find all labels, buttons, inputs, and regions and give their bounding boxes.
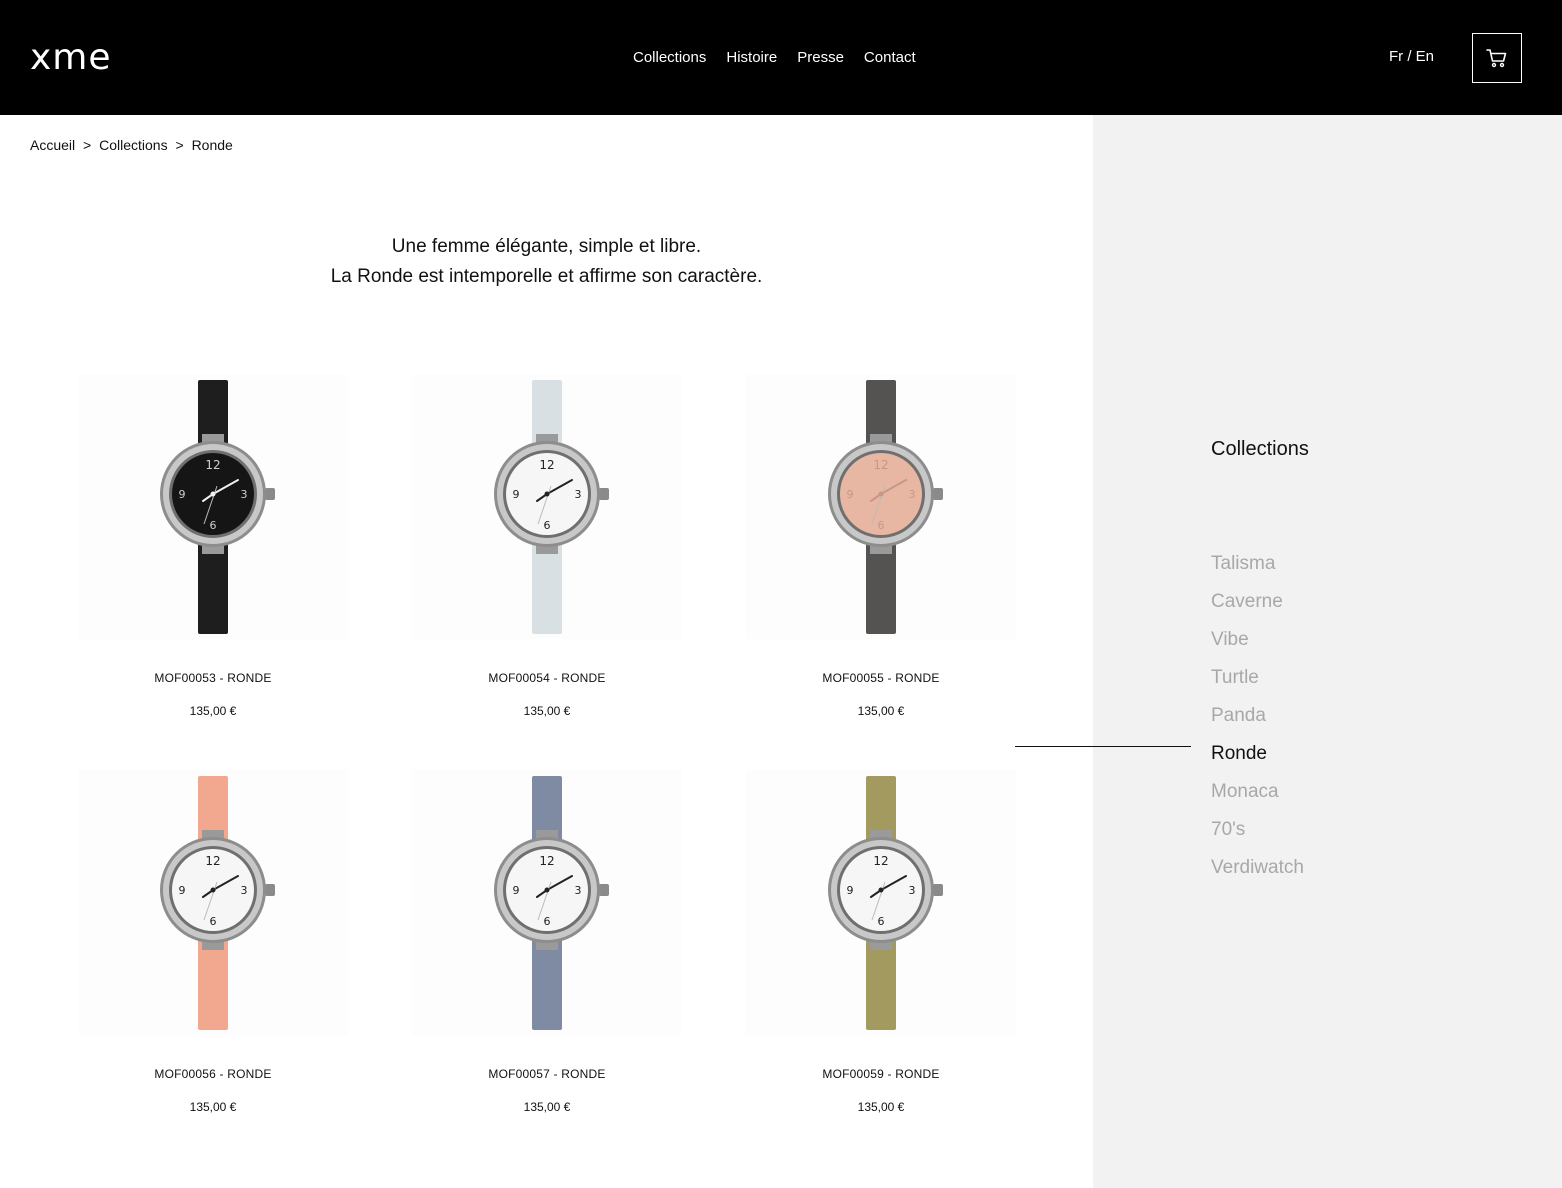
- product-image[interactable]: 12 3 6 9: [78, 770, 348, 1035]
- svg-text:12: 12: [539, 458, 554, 472]
- site-header: xme Collections Histoire Presse Contact …: [0, 0, 1562, 115]
- watch-image: 12 3 6 9: [828, 776, 943, 1030]
- svg-text:6: 6: [878, 519, 885, 532]
- sidebar-item-70s[interactable]: 70's: [1211, 811, 1304, 849]
- intro-line-2: La Ronde est intemporelle et affirme son…: [330, 266, 763, 287]
- product-image[interactable]: 12 3 6 9: [412, 374, 682, 639]
- product-name[interactable]: MOF00056 - RONDE: [78, 1066, 348, 1082]
- sidebar-item-monaca[interactable]: Monaca: [1211, 773, 1304, 811]
- breadcrumb-separator: >: [175, 137, 184, 153]
- svg-text:9: 9: [179, 488, 186, 501]
- breadcrumb: Accueil > Collections > Ronde: [30, 136, 237, 154]
- svg-text:3: 3: [909, 884, 916, 897]
- svg-text:9: 9: [179, 884, 186, 897]
- brand-logo[interactable]: xme: [30, 38, 112, 78]
- product-card[interactable]: 12 3 6 9 MOF00054 - RONDE 135,00 €: [412, 374, 682, 719]
- breadcrumb-separator: >: [83, 137, 92, 153]
- product-price: 135,00 €: [857, 1100, 905, 1114]
- watch-image: 12 3 6 9: [494, 776, 609, 1030]
- product-image[interactable]: 12 3 6 9: [746, 374, 1016, 639]
- product-name[interactable]: MOF00057 - RONDE: [412, 1066, 682, 1082]
- breadcrumb-collections[interactable]: Collections: [99, 137, 167, 153]
- svg-text:9: 9: [847, 488, 854, 501]
- cart-icon: [1486, 49, 1507, 68]
- product-card[interactable]: 12 3 6 9 MOF00055 - RONDE 135,00 €: [746, 374, 1016, 719]
- svg-text:12: 12: [205, 458, 220, 472]
- watch-image: 12 3 6 9: [160, 776, 275, 1030]
- breadcrumb-current: Ronde: [191, 137, 233, 153]
- intro-line-1: Une femme élégante, simple et libre.: [391, 236, 702, 257]
- svg-text:6: 6: [210, 915, 217, 928]
- product-image[interactable]: 12 3 6 9: [78, 374, 348, 639]
- svg-text:12: 12: [205, 854, 220, 868]
- active-indicator-line: [1015, 746, 1191, 747]
- product-card[interactable]: 12 3 6 9 MOF00053 - RONDE 135,00 €: [78, 374, 348, 719]
- svg-text:12: 12: [539, 854, 554, 868]
- sidebar-item-caverne[interactable]: Caverne: [1211, 583, 1304, 621]
- nav-collections[interactable]: Collections: [633, 48, 706, 68]
- svg-text:9: 9: [847, 884, 854, 897]
- product-name[interactable]: MOF00055 - RONDE: [746, 670, 1016, 686]
- product-card[interactable]: 12 3 6 9 MOF00059 - RONDE 135,00 €: [746, 770, 1016, 1115]
- sidebar-item-talisma[interactable]: Talisma: [1211, 545, 1304, 583]
- svg-text:9: 9: [513, 884, 520, 897]
- product-price: 135,00 €: [189, 704, 237, 718]
- collections-sidebar: Collections Talisma Caverne Vibe Turtle Pand…: [1093, 115, 1562, 1188]
- product-price: 135,00 €: [523, 704, 571, 718]
- product-price: 135,00 €: [523, 1100, 571, 1114]
- breadcrumb-home[interactable]: Accueil: [30, 137, 75, 153]
- product-card[interactable]: 12 3 6 9 MOF00057 - RONDE 135,00 €: [412, 770, 682, 1115]
- nav-histoire[interactable]: Histoire: [726, 48, 777, 68]
- sidebar-item-verdiwatch[interactable]: Verdiwatch: [1211, 849, 1304, 887]
- svg-text:6: 6: [878, 915, 885, 928]
- svg-text:3: 3: [575, 884, 582, 897]
- svg-text:3: 3: [909, 488, 916, 501]
- product-card[interactable]: 12 3 6 9 MOF00056 - RONDE 135,00 €: [78, 770, 348, 1115]
- nav-presse[interactable]: Presse: [797, 48, 844, 68]
- svg-text:6: 6: [544, 915, 551, 928]
- product-name[interactable]: MOF00059 - RONDE: [746, 1066, 1016, 1082]
- collection-intro: Une femme élégante, simple et libre. La …: [0, 232, 1093, 292]
- sidebar-title: Collections: [1211, 438, 1309, 460]
- svg-text:12: 12: [873, 458, 888, 472]
- sidebar-item-panda[interactable]: Panda: [1211, 697, 1304, 735]
- collection-list: Talisma Caverne Vibe Turtle Panda Ronde Monaca…: [1211, 545, 1304, 887]
- watch-image: 12 3 6 9: [160, 380, 275, 634]
- svg-text:12: 12: [873, 854, 888, 868]
- cart-button[interactable]: [1472, 33, 1522, 83]
- svg-text:6: 6: [544, 519, 551, 532]
- nav-contact[interactable]: Contact: [864, 48, 916, 68]
- product-name[interactable]: MOF00054 - RONDE: [412, 670, 682, 686]
- product-name[interactable]: MOF00053 - RONDE: [78, 670, 348, 686]
- product-price: 135,00 €: [189, 1100, 237, 1114]
- product-image[interactable]: 12 3 6 9: [412, 770, 682, 1035]
- svg-text:3: 3: [241, 488, 248, 501]
- watch-image: 12 3 6 9: [494, 380, 609, 634]
- watch-image: 12 3 6 9: [828, 380, 943, 634]
- svg-text:3: 3: [241, 884, 248, 897]
- sidebar-item-vibe[interactable]: Vibe: [1211, 621, 1304, 659]
- sidebar-item-turtle[interactable]: Turtle: [1211, 659, 1304, 697]
- main-nav: Collections Histoire Presse Contact: [633, 48, 916, 68]
- svg-text:6: 6: [210, 519, 217, 532]
- sidebar-item-ronde[interactable]: Ronde: [1211, 735, 1304, 773]
- svg-text:9: 9: [513, 488, 520, 501]
- language-switch[interactable]: Fr / En: [1389, 47, 1434, 67]
- product-price: 135,00 €: [857, 704, 905, 718]
- svg-text:3: 3: [575, 488, 582, 501]
- product-image[interactable]: 12 3 6 9: [746, 770, 1016, 1035]
